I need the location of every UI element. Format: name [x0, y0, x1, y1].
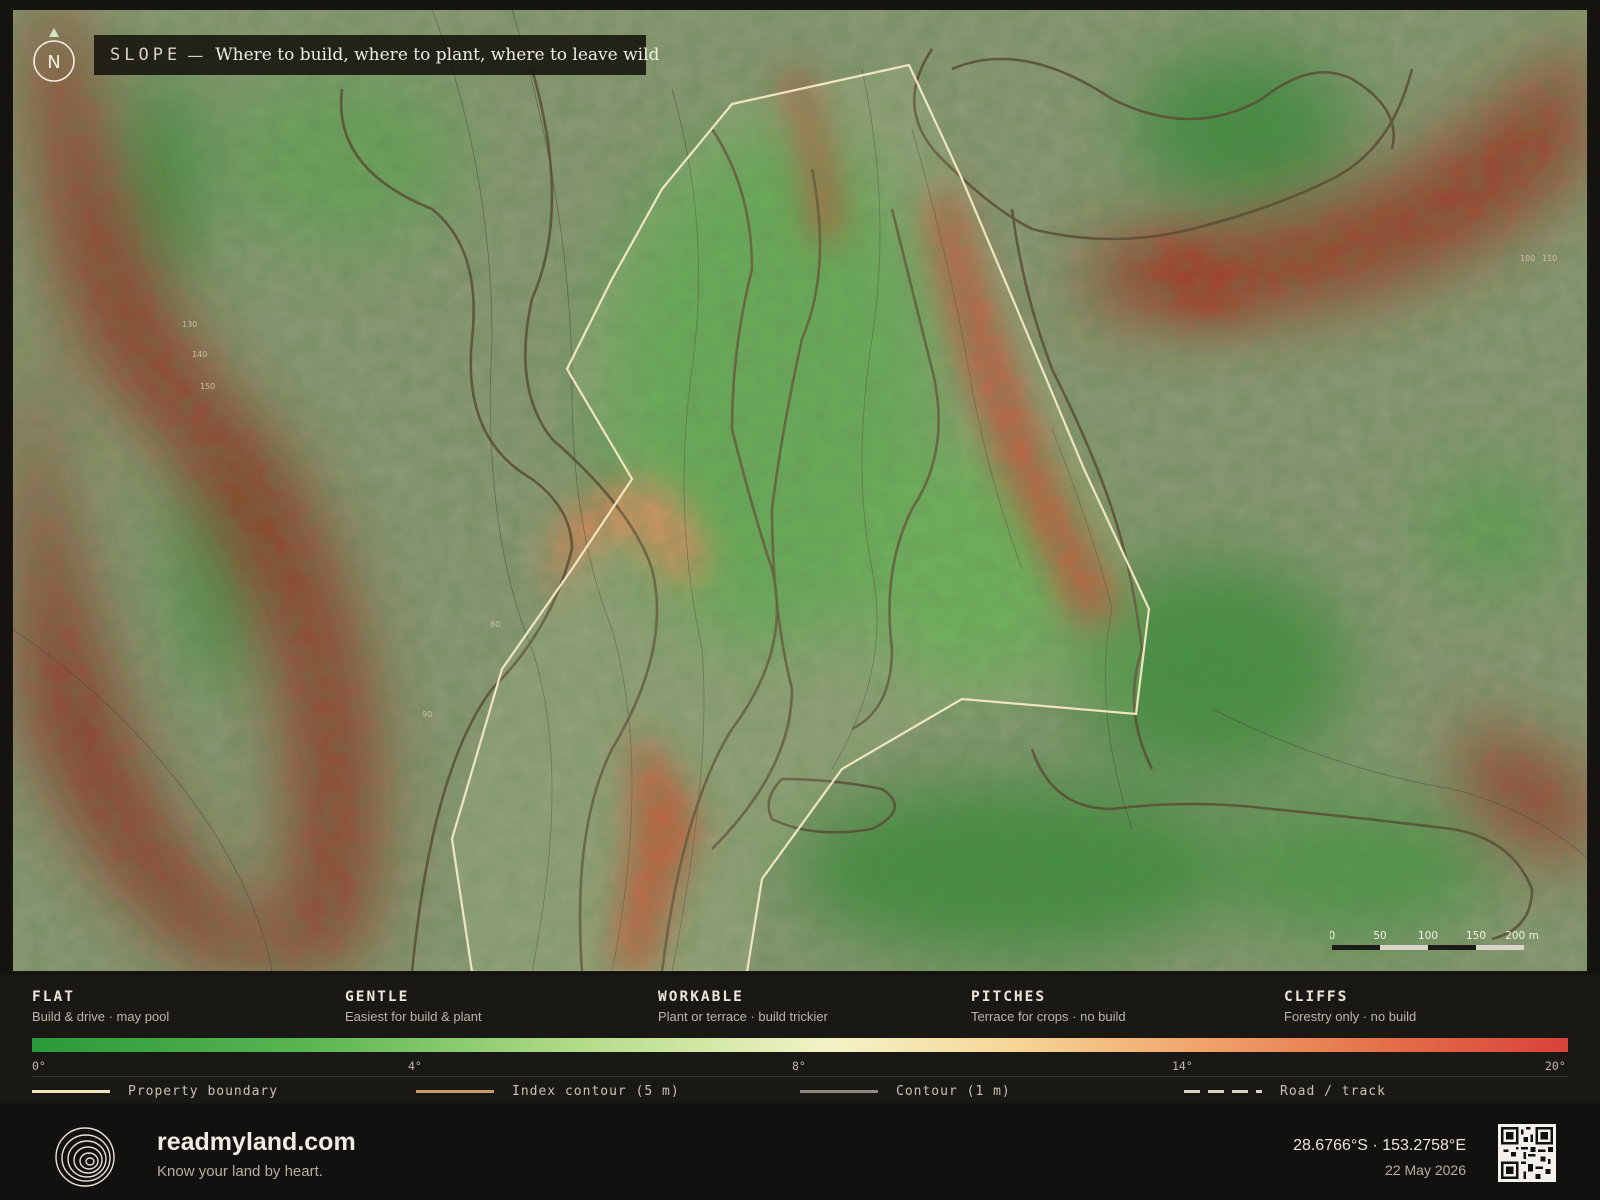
key-index-contour: Index contour (5 m)	[416, 1078, 680, 1104]
slope-color-ramp	[32, 1038, 1568, 1052]
title-kicker: SLOPE	[110, 45, 182, 65]
category-description: Build & drive · may pool	[32, 1009, 170, 1024]
key-road-track: Road / track	[1184, 1078, 1386, 1104]
key-label: Contour (1 m)	[896, 1083, 1011, 1099]
legend-category-workable: WORKABLE Plant or terrace · build tricki…	[658, 989, 958, 1024]
solid-line-swatch	[416, 1089, 494, 1093]
scale-tick: 100	[1418, 930, 1438, 942]
key-label: Property boundary	[128, 1083, 279, 1099]
dashed-line-swatch	[1184, 1089, 1262, 1093]
scale-bar: 0 50 100 150 200 m	[1330, 929, 1546, 959]
slope-tick: 20°	[1545, 1059, 1566, 1073]
fingerprint-logo-icon	[54, 1126, 116, 1188]
category-name: FLAT	[32, 989, 75, 1005]
category-name: WORKABLE	[658, 989, 744, 1005]
scale-tick: 0	[1330, 930, 1335, 942]
qr-code-icon[interactable]	[1498, 1124, 1556, 1182]
legend-divider	[32, 1076, 1568, 1077]
compass-icon: N	[33, 28, 75, 82]
contour-label: 150	[200, 382, 215, 391]
slope-tick: 14°	[1172, 1059, 1193, 1073]
map-title: SLOPE — Where to build, where to plant, …	[94, 35, 659, 75]
contour-label: 140	[192, 350, 207, 359]
scale-tick: 150	[1466, 930, 1486, 942]
key-property-boundary: Property boundary	[32, 1078, 278, 1104]
title-separator: —	[187, 45, 204, 65]
title-text: Where to build, where to plant, where to…	[215, 45, 660, 65]
key-label: Road / track	[1280, 1083, 1386, 1099]
legend-category-gentle: GENTLE Easiest for build & plant	[345, 989, 645, 1024]
brand-tagline: Know your land by heart.	[157, 1163, 323, 1180]
print-date: 22 May 2026	[1385, 1162, 1466, 1178]
legend-category-pitches: PITCHES Terrace for crops · no build	[971, 989, 1271, 1024]
contour-label: 100	[1520, 254, 1535, 263]
category-description: Plant or terrace · build trickier	[658, 1009, 828, 1024]
coordinates: 28.6766°S · 153.2758°E	[1293, 1137, 1466, 1154]
contour-label: 80	[490, 620, 500, 629]
scale-tick: 50	[1373, 930, 1386, 942]
category-name: GENTLE	[345, 989, 410, 1005]
key-label: Index contour (5 m)	[512, 1083, 680, 1099]
category-description: Easiest for build & plant	[345, 1009, 482, 1024]
line-key: Property boundary Index contour (5 m) Co…	[0, 1078, 1600, 1104]
slope-tick: 0°	[32, 1059, 46, 1073]
slope-map[interactable]: 130 140 150 80 90 100 110 N SLOPE — Wher…	[12, 9, 1588, 972]
key-contour: Contour (1 m)	[800, 1078, 1011, 1104]
category-description: Forestry only · no build	[1284, 1009, 1417, 1024]
north-label: N	[47, 52, 60, 73]
slope-tick: 4°	[408, 1059, 422, 1073]
solid-line-swatch	[32, 1089, 110, 1093]
legend-category-flat: FLAT Build & drive · may pool	[32, 989, 332, 1024]
north-arrow: N	[32, 25, 76, 87]
brand-name[interactable]: readmyland.com	[157, 1128, 356, 1157]
solid-line-swatch	[800, 1089, 878, 1093]
contour-label: 130	[182, 320, 197, 329]
category-name: CLIFFS	[1284, 989, 1349, 1005]
contour-label: 110	[1542, 254, 1557, 263]
footer: readmyland.com Know your land by heart. …	[0, 1104, 1600, 1200]
category-name: PITCHES	[971, 989, 1047, 1005]
legend-category-cliffs: CLIFFS Forestry only · no build	[1284, 989, 1584, 1024]
slope-heatmap-layer: 130 140 150 80 90 100 110	[12, 9, 1588, 972]
contour-label: 90	[422, 710, 432, 719]
scale-tick: 200 m	[1505, 930, 1539, 942]
slope-tick: 8°	[792, 1059, 806, 1073]
category-description: Terrace for crops · no build	[971, 1009, 1126, 1024]
